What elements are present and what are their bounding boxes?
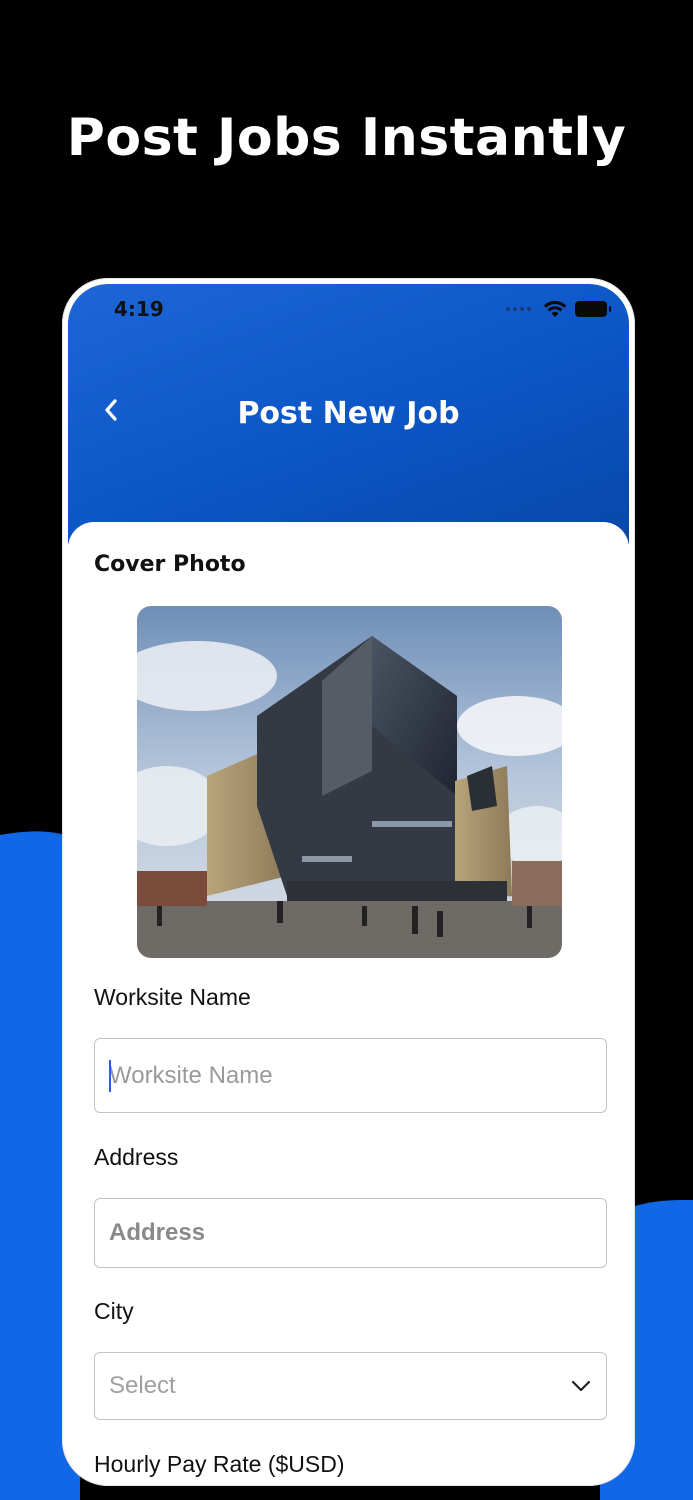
cover-photo-label: Cover Photo [94, 552, 246, 577]
city-label: City [94, 1298, 134, 1324]
city-select-value: Select [109, 1372, 176, 1399]
address-input[interactable] [94, 1198, 607, 1268]
status-icons [506, 300, 611, 318]
app-screen: 4:19 Post New Job Cover Photo Worksite N… [68, 284, 629, 1480]
wifi-icon [543, 300, 567, 317]
city-select[interactable]: Select [94, 1352, 607, 1420]
address-label: Address [94, 1144, 179, 1170]
hourly-pay-rate-label: Hourly Pay Rate ($USD) [94, 1451, 345, 1477]
form-card: Cover Photo Worksite Name Worksite Name … [68, 522, 629, 1480]
cover-photo[interactable] [137, 606, 562, 958]
worksite-name-label: Worksite Name [94, 984, 251, 1010]
phone-frame: 4:19 Post New Job Cover Photo Worksite N… [62, 278, 635, 1486]
status-time: 4:19 [114, 297, 164, 321]
building-photo [137, 606, 562, 958]
page-title: Post New Job [237, 396, 460, 431]
worksite-name-input[interactable] [94, 1038, 607, 1113]
header: 4:19 Post New Job [68, 284, 629, 544]
signal-dots-icon [506, 307, 531, 311]
text-caret [109, 1060, 111, 1092]
headline: Post Jobs Instantly [66, 108, 627, 168]
chevron-down-icon [571, 1380, 591, 1392]
battery-icon [575, 301, 611, 317]
